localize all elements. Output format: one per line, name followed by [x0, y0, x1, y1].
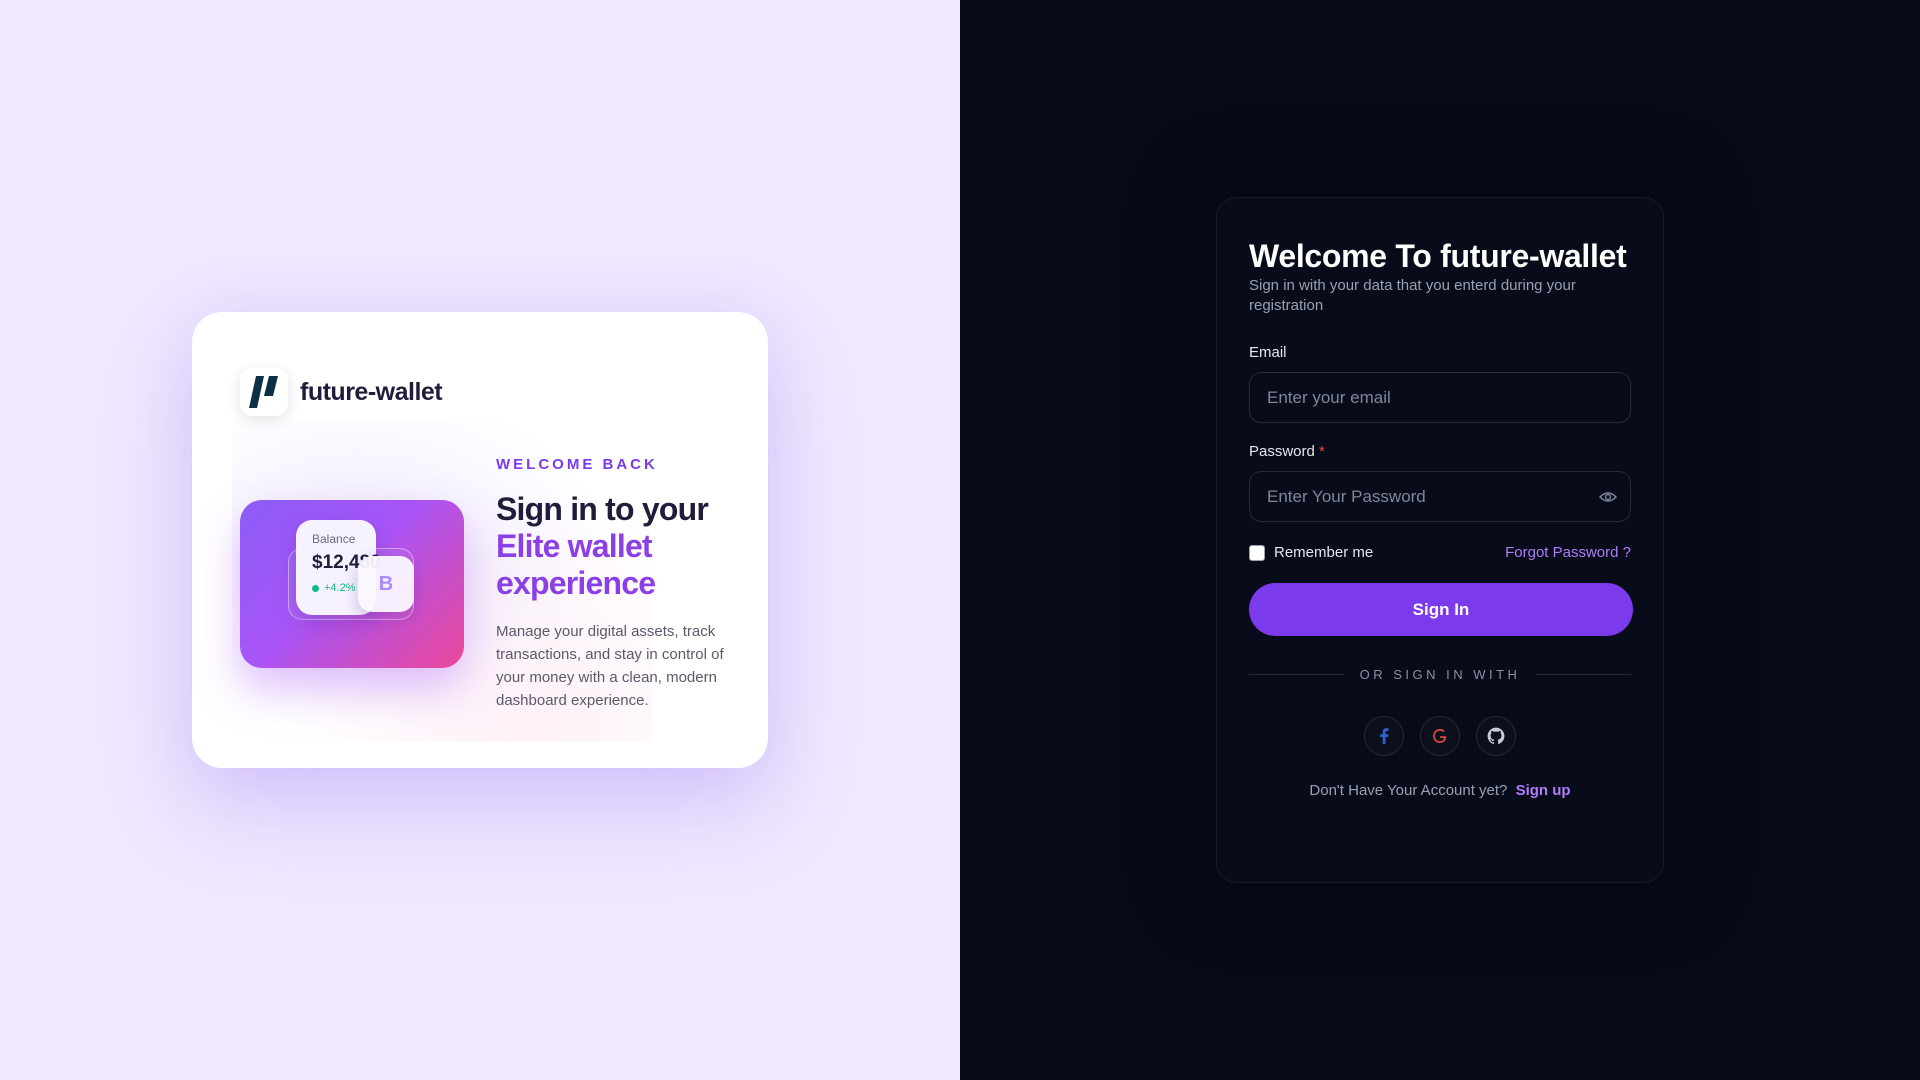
sign-in-button[interactable]: Sign In	[1249, 583, 1633, 636]
divider-line	[1536, 674, 1631, 675]
password-group: Password *	[1249, 443, 1631, 522]
balance-change-value: +4.2%	[324, 582, 356, 594]
email-label: Email	[1249, 344, 1287, 361]
google-button[interactable]	[1420, 716, 1460, 756]
headline-line: Sign in to your	[496, 491, 709, 527]
positive-dot-icon	[312, 584, 319, 592]
no-account-text: Don't Have Your Account yet?	[1309, 782, 1508, 799]
facebook-button[interactable]	[1364, 716, 1404, 756]
promo-headline: Sign in to your Elite wallet experience	[496, 491, 728, 602]
slash-logo-icon	[240, 368, 288, 416]
balance-label: Balance	[312, 532, 356, 546]
remember-label: Remember me	[1274, 544, 1374, 561]
facebook-icon	[1380, 728, 1389, 744]
password-field[interactable]	[1250, 472, 1630, 521]
google-icon	[1433, 729, 1447, 743]
headline-accent: Elite wallet experience	[496, 528, 656, 601]
promo-card: future-wallet Balance $12,480 +4.2% B WE…	[192, 312, 768, 768]
signup-row: Don't Have Your Account yet? Sign up	[1249, 782, 1631, 799]
email-group: Email	[1249, 344, 1631, 423]
required-mark: *	[1319, 443, 1325, 460]
eyebrow: WELCOME BACK	[496, 456, 658, 473]
social-buttons	[1249, 716, 1631, 756]
sign-up-link[interactable]: Sign up	[1516, 782, 1571, 799]
wallet-illustration: Balance $12,480 +4.2% B	[240, 500, 464, 668]
password-label-text: Password	[1249, 443, 1315, 460]
divider-label: OR SIGN IN WITH	[1359, 667, 1521, 682]
promo-text: WELCOME BACK Sign in to your Elite walle…	[496, 456, 728, 712]
github-button[interactable]	[1476, 716, 1516, 756]
page-subtitle: Sign in with your data that you enterd d…	[1249, 277, 1576, 314]
promo-description: Manage your digital assets, track transa…	[496, 623, 724, 709]
github-icon	[1487, 727, 1505, 745]
email-field[interactable]	[1250, 373, 1630, 422]
divider: OR SIGN IN WITH	[1249, 667, 1631, 682]
promo-pane: future-wallet Balance $12,480 +4.2% B WE…	[0, 0, 960, 1080]
brand-name: future-wallet	[300, 377, 443, 406]
email-field-wrapper	[1249, 372, 1631, 423]
eye-icon[interactable]	[1598, 488, 1618, 506]
password-field-wrapper	[1249, 471, 1631, 522]
remember-me[interactable]: Remember me	[1249, 544, 1373, 561]
bitcoin-icon: B	[358, 556, 414, 612]
divider-line	[1249, 674, 1344, 675]
signin-card: Welcome To future-wallet Sign in with yo…	[1216, 197, 1664, 883]
password-label: Password *	[1249, 443, 1325, 460]
remember-checkbox[interactable]	[1249, 544, 1265, 561]
forgot-password-link[interactable]: Forgot Password ?	[1505, 544, 1631, 561]
page-title: Welcome To future-wallet	[1249, 238, 1627, 274]
brand: future-wallet	[240, 368, 443, 416]
signin-pane: Welcome To future-wallet Sign in with yo…	[960, 0, 1920, 1080]
coin-symbol: B	[378, 572, 394, 595]
options-row: Remember me Forgot Password ?	[1249, 544, 1631, 561]
